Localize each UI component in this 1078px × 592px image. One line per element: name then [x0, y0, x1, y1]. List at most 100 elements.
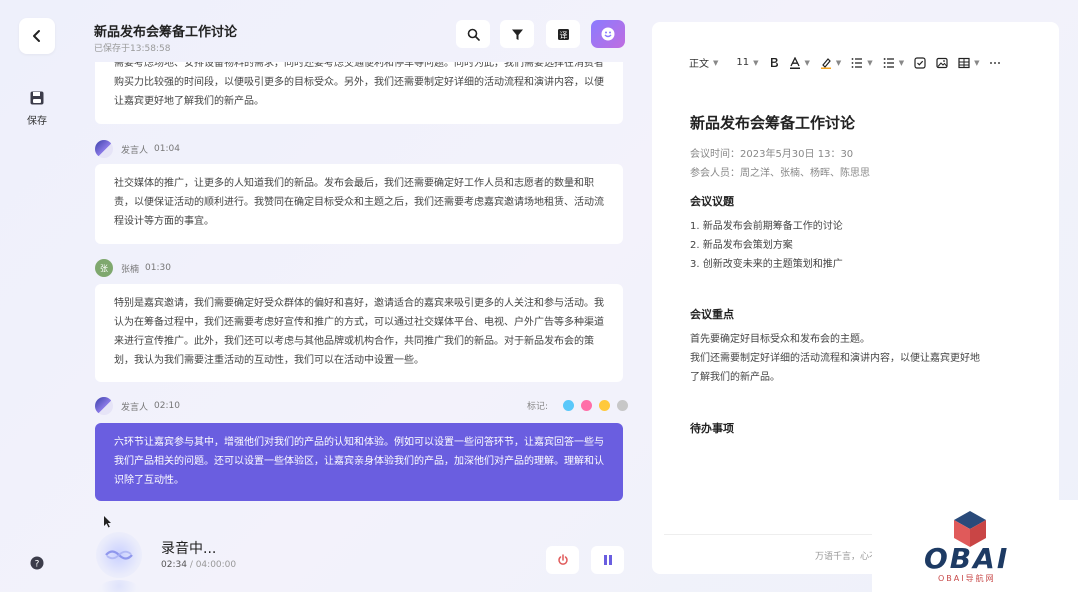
font-size-value: 11: [736, 57, 750, 68]
chevron-down-icon: ▼: [835, 58, 842, 67]
recording-time: 02:34 / 04:00:00: [161, 560, 236, 570]
filter-icon: [511, 29, 523, 40]
font-color-icon: [789, 56, 800, 69]
image-button[interactable]: [936, 57, 948, 69]
bold-button[interactable]: [769, 57, 779, 68]
transcript-bubble-active[interactable]: 六环节让嘉宾参与其中，增强他们对我们的产品的认知和体验。例如可以设置一些问答环节…: [95, 423, 623, 501]
document-title[interactable]: 新品发布会筹备工作讨论: [690, 112, 855, 133]
section-heading-todo: 待办事项: [690, 422, 734, 435]
filter-button[interactable]: [500, 20, 534, 48]
editor-footer: 万语千言，心不: [815, 552, 879, 562]
font-color-button[interactable]: ▼: [789, 56, 810, 69]
checkbox-icon: [914, 56, 926, 69]
svg-text:?: ?: [35, 560, 40, 570]
ai-assistant-icon: [601, 27, 615, 41]
speaker-time: 02:10: [154, 401, 180, 411]
left-rail: 保存 ?: [0, 0, 73, 592]
pause-icon: [603, 555, 612, 565]
avatar: [95, 397, 113, 415]
watermark-brand: OBAI: [924, 542, 1010, 575]
translate-button[interactable]: 译: [546, 20, 580, 48]
mark-yellow-icon[interactable]: [599, 400, 611, 411]
recording-orb-reflection: [98, 580, 140, 592]
paragraph-line: 了解我们的新产品。: [690, 372, 780, 383]
transcript-text: 六环节让嘉宾参与其中，增强他们对我们的产品的认知和体验。例如可以设置一些问答环节…: [114, 437, 604, 486]
help-icon[interactable]: ?: [30, 555, 44, 574]
watermark-sub: OBAI导航网: [938, 574, 996, 583]
ordered-list-icon: [851, 57, 863, 68]
transcript-text: 需要考虑场地、安排设备物料的需求，同时还要考虑交通便利和停车等问题。同时为此，我…: [114, 62, 604, 107]
notes-editor-panel: 正文 ▼ 11 ▼ ▼ ▼ ▼ ▼ ▼ 新品发布会筹备工作讨论 会议时间：2023年…: [652, 22, 1059, 574]
svg-text:译: 译: [559, 31, 567, 40]
chevron-down-icon: ▼: [974, 58, 980, 67]
chevron-down-icon: ▼: [713, 58, 719, 67]
transcript-list: 需要考虑场地、安排设备物料的需求，同时还要考虑交通便利和停车等问题。同时为此，我…: [95, 62, 625, 522]
save-icon: [30, 91, 44, 105]
section-heading-topics: 会议议题: [690, 195, 734, 208]
transcript-bubble: 特别是嘉宾邀请，我们需要确定好受众群体的偏好和喜好，邀请适合的嘉宾来吸引更多的人…: [95, 284, 623, 382]
paragraph-line: 我们还需要制定好详细的活动流程和演讲内容，以便让嘉宾更好地: [690, 353, 980, 364]
mark-tools: 标记:: [527, 399, 629, 412]
save-label: 保存: [27, 116, 47, 127]
power-icon: [557, 554, 568, 565]
chevron-down-icon: ▼: [753, 58, 759, 67]
page-title: 新品发布会筹备工作讨论: [94, 25, 238, 40]
speaker-row: 张 张楠 01:30: [95, 258, 171, 278]
speaker-name: 发言人: [121, 402, 149, 413]
speaker-time: 01:04: [154, 144, 180, 154]
watermark: OBAI OBAI导航网: [872, 500, 1078, 592]
stop-recording-button[interactable]: [546, 546, 579, 574]
mark-blue-icon[interactable]: [563, 400, 575, 411]
paragraph-line: 首先要确定好目标受众和发布会的主题。: [690, 334, 870, 345]
mark-label: 标记:: [527, 402, 549, 412]
ai-assistant-button[interactable]: [591, 20, 625, 48]
highlight-button[interactable]: ▼: [820, 57, 841, 69]
font-size-select[interactable]: 11 ▼: [736, 57, 758, 68]
table-button[interactable]: ▼: [958, 57, 979, 69]
save-button[interactable]: 保存: [18, 90, 56, 127]
recording-orb: [96, 532, 142, 578]
pause-recording-button[interactable]: [591, 546, 624, 574]
translate-icon: 译: [557, 28, 569, 40]
image-icon: [936, 57, 948, 68]
waveform-icon: [105, 550, 133, 560]
speaker-time: 01:30: [145, 263, 171, 273]
avatar: 张: [95, 259, 113, 277]
bullet-list-button[interactable]: ▼: [883, 57, 904, 69]
list-item: 3. 创新改变未来的主题策划和推广: [690, 259, 843, 270]
topics-list: 1. 新品发布会前期筹备工作的讨论 2. 新品发布会策划方案 3. 创新改变未来…: [690, 217, 1020, 274]
bullet-list-icon: [883, 57, 894, 68]
speaker-name: 发言人: [121, 145, 149, 156]
more-icon: [990, 61, 1001, 64]
highlighter-icon: [820, 57, 831, 69]
search-button[interactable]: [456, 20, 490, 48]
table-icon: [958, 57, 970, 68]
chevron-down-icon: ▼: [804, 58, 810, 67]
mark-gray-icon[interactable]: [617, 400, 629, 411]
list-item: 1. 新品发布会前期筹备工作的讨论: [690, 221, 843, 232]
meeting-time: 会议时间：2023年5月30日 13：30: [690, 149, 854, 160]
checkbox-button[interactable]: [914, 56, 926, 69]
editor-toolbar: 正文 ▼ 11 ▼ ▼ ▼ ▼ ▼ ▼: [689, 55, 1011, 70]
avatar: [95, 140, 113, 158]
more-button[interactable]: [989, 61, 1001, 65]
paragraph-style-select[interactable]: 正文 ▼: [689, 55, 719, 71]
speaker-row: 发言人 02:10: [95, 396, 180, 416]
speaker-row: 发言人 01:04: [95, 139, 180, 159]
recording-elapsed: 02:34: [161, 560, 187, 570]
chevron-down-icon: ▼: [867, 58, 873, 67]
ordered-list-button[interactable]: ▼: [851, 57, 873, 69]
save-status: 已保存于13:58:58: [94, 44, 171, 54]
paragraph-style-value: 正文: [689, 59, 709, 70]
chevron-left-icon: [33, 30, 40, 42]
bold-icon: [770, 58, 778, 67]
mark-pink-icon[interactable]: [581, 400, 593, 411]
transcript-bubble: 需要考虑场地、安排设备物料的需求，同时还要考虑交通便利和停车等问题。同时为此，我…: [95, 62, 623, 124]
list-item: 2. 新品发布会策划方案: [690, 240, 793, 251]
transcript-text: 社交媒体的推广，让更多的人知道我们的新品。发布会最后，我们还需要确定好工作人员和…: [114, 178, 604, 227]
focus-paragraph: 首先要确定好目标受众和发布会的主题。 我们还需要制定好详细的活动流程和演讲内容，…: [690, 330, 1020, 387]
back-button[interactable]: [19, 18, 55, 54]
attendees: 参会人员：周之洋、张楠、杨晖、陈思思: [690, 168, 870, 179]
transcript-bubble: 社交媒体的推广，让更多的人知道我们的新品。发布会最后，我们还需要确定好工作人员和…: [95, 164, 623, 244]
recording-total: / 04:00:00: [189, 560, 237, 570]
